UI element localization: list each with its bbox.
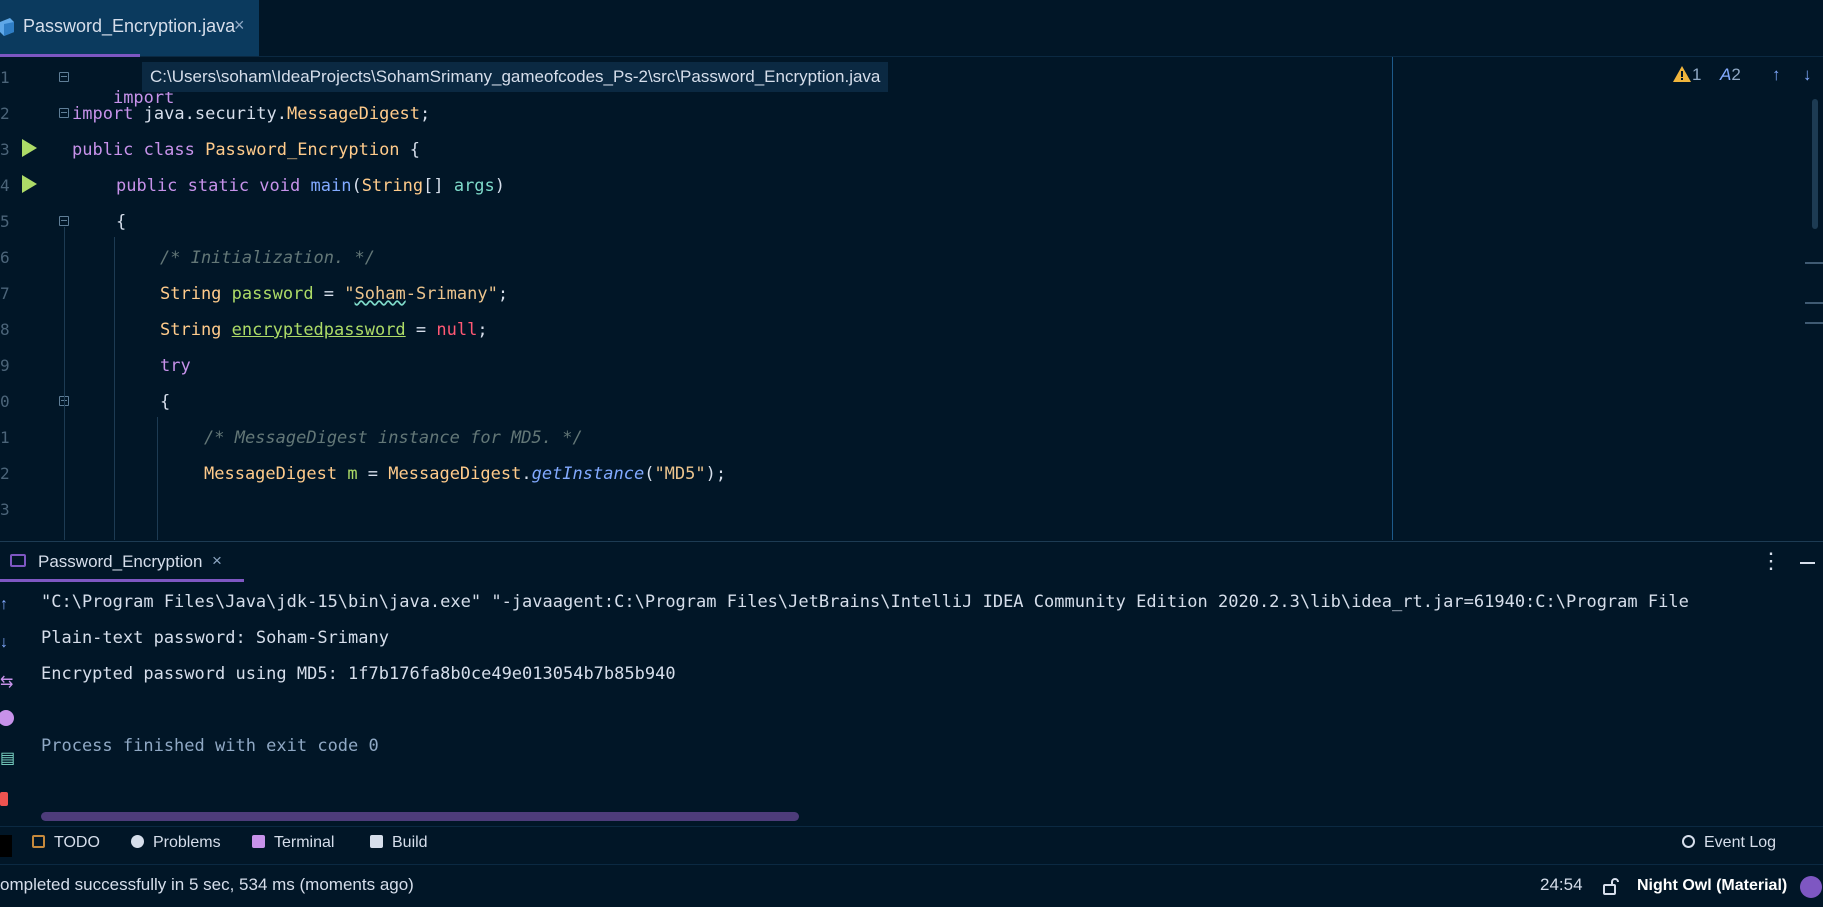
typo-icon: A <box>1720 65 1732 84</box>
close-icon[interactable]: × <box>212 551 222 571</box>
line-number: 1 <box>0 68 10 87</box>
terminal-icon <box>252 835 265 848</box>
indent-guide <box>157 417 158 540</box>
todo-button[interactable]: TODO <box>32 834 100 858</box>
editor-tab-bar: Password_Encryption.java × <box>0 0 1823 57</box>
code-editor[interactable]: 1 2 3 4 5 6 7 8 9 0 1 2 3 import import … <box>0 57 1823 540</box>
line-number: 1 <box>0 428 10 447</box>
scroll-down-icon[interactable]: ↓ <box>0 634 14 652</box>
problems-button[interactable]: Problems <box>131 834 221 858</box>
status-message[interactable]: ompleted successfully in 5 sec, 534 ms (… <box>0 875 414 895</box>
code-line-3: public class Password_Encryption { <box>72 140 421 160</box>
unlock-icon[interactable] <box>1603 877 1619 895</box>
warning-icon <box>1673 66 1691 82</box>
clear-all-icon[interactable] <box>0 792 8 806</box>
status-bar: ompleted successfully in 5 sec, 534 ms (… <box>0 864 1823 907</box>
minimize-icon[interactable] <box>1800 562 1815 564</box>
typo-highlight: Soham <box>354 284 406 304</box>
line-number: 5 <box>0 212 10 231</box>
warning-indicator[interactable]: 1 <box>1672 65 1701 85</box>
code-line-9: try <box>160 356 191 376</box>
line-number: 7 <box>0 284 10 303</box>
code-line-6: /* Initialization. */ <box>160 248 375 268</box>
code-line-4: public static void main(String[] args) <box>116 176 506 196</box>
code-line-5: { <box>116 212 127 232</box>
run-tab-label: Password_Encryption <box>38 552 203 571</box>
console-icon <box>10 554 26 567</box>
scroll-to-end-icon[interactable] <box>0 710 14 726</box>
fold-icon[interactable] <box>59 216 69 226</box>
code-line-10: { <box>160 392 171 412</box>
caret-position[interactable]: 24:54 <box>1540 875 1583 895</box>
print-icon[interactable]: ▤ <box>0 750 15 768</box>
run-tab-password-encryption[interactable]: Password_Encryption × <box>0 542 244 582</box>
code-line-2: import java.security.MessageDigest; <box>72 104 431 124</box>
run-class-icon[interactable] <box>22 139 37 157</box>
indent-guide <box>64 227 65 540</box>
indent-guide <box>114 237 115 540</box>
error-stripe-mark[interactable] <box>1805 322 1823 324</box>
previous-highlight-icon[interactable]: ↑ <box>1772 65 1781 85</box>
console-output-line: Plain-text password: Soham-Srimany <box>41 628 389 648</box>
error-stripe-mark[interactable] <box>1805 262 1823 264</box>
console-horizontal-scrollbar[interactable] <box>41 812 799 821</box>
fold-icon[interactable] <box>59 72 69 82</box>
console-exit-line: Process finished with exit code 0 <box>41 736 379 756</box>
next-highlight-icon[interactable]: ↓ <box>1803 65 1812 85</box>
code-line-7: String password = "Soham-Srimany"; <box>160 284 509 304</box>
run-main-icon[interactable] <box>22 175 37 193</box>
line-number: 0 <box>0 392 10 411</box>
java-file-icon <box>0 18 14 36</box>
fold-icon[interactable] <box>59 108 69 118</box>
error-stripe-mark[interactable] <box>1805 302 1823 304</box>
build-button[interactable]: Build <box>370 834 428 858</box>
event-log-button[interactable]: Event Log <box>1682 834 1776 858</box>
line-number: 2 <box>0 104 10 123</box>
line-number: 8 <box>0 320 10 339</box>
code-line-12: MessageDigest m = MessageDigest.getInsta… <box>204 464 727 484</box>
soft-wrap-icon[interactable]: ⇆ <box>0 674 14 692</box>
todo-icon <box>32 835 45 848</box>
editor-tab-label: Password_Encryption.java <box>23 16 236 36</box>
console-command-line: "C:\Program Files\Java\jdk-15\bin\java.e… <box>41 592 1689 612</box>
file-path-tooltip: C:\Users\soham\IdeaProjects\SohamSrimany… <box>142 62 889 92</box>
problems-icon <box>131 835 144 848</box>
theme-indicator-icon[interactable] <box>1800 876 1822 898</box>
line-number: 3 <box>0 500 10 519</box>
code-line-8: String encryptedpassword = null; <box>160 320 488 340</box>
run-tool-window-header: Password_Encryption × ⋮ <box>0 541 1823 582</box>
tool-windows-toggle[interactable] <box>0 835 12 857</box>
run-console[interactable]: ↑ ↓ ⇆ ▤ "C:\Program Files\Java\jdk-15\bi… <box>0 582 1823 826</box>
typo-indicator[interactable]: A2 <box>1720 65 1741 85</box>
more-options-icon[interactable]: ⋮ <box>1760 548 1782 574</box>
editor-tab-password-encryption[interactable]: Password_Encryption.java × <box>0 0 259 57</box>
line-number: 6 <box>0 248 10 267</box>
code-line-11: /* MessageDigest instance for MD5. */ <box>204 428 583 448</box>
line-number: 9 <box>0 356 10 375</box>
console-output-line: Encrypted password using MD5: 1f7b176fa8… <box>41 664 676 684</box>
line-number: 2 <box>0 464 10 483</box>
close-icon[interactable]: × <box>234 15 245 36</box>
right-margin-guide <box>1392 57 1393 540</box>
line-number: 3 <box>0 140 10 159</box>
build-icon <box>370 835 383 848</box>
scroll-up-icon[interactable]: ↑ <box>0 596 14 614</box>
line-number: 4 <box>0 176 10 195</box>
editor-scrollbar[interactable] <box>1812 99 1818 229</box>
event-log-icon <box>1682 835 1695 848</box>
tool-window-bar: TODO Problems Terminal Build Event Log <box>0 826 1823 865</box>
terminal-button[interactable]: Terminal <box>252 834 334 858</box>
theme-name[interactable]: Night Owl (Material) <box>1637 877 1787 895</box>
